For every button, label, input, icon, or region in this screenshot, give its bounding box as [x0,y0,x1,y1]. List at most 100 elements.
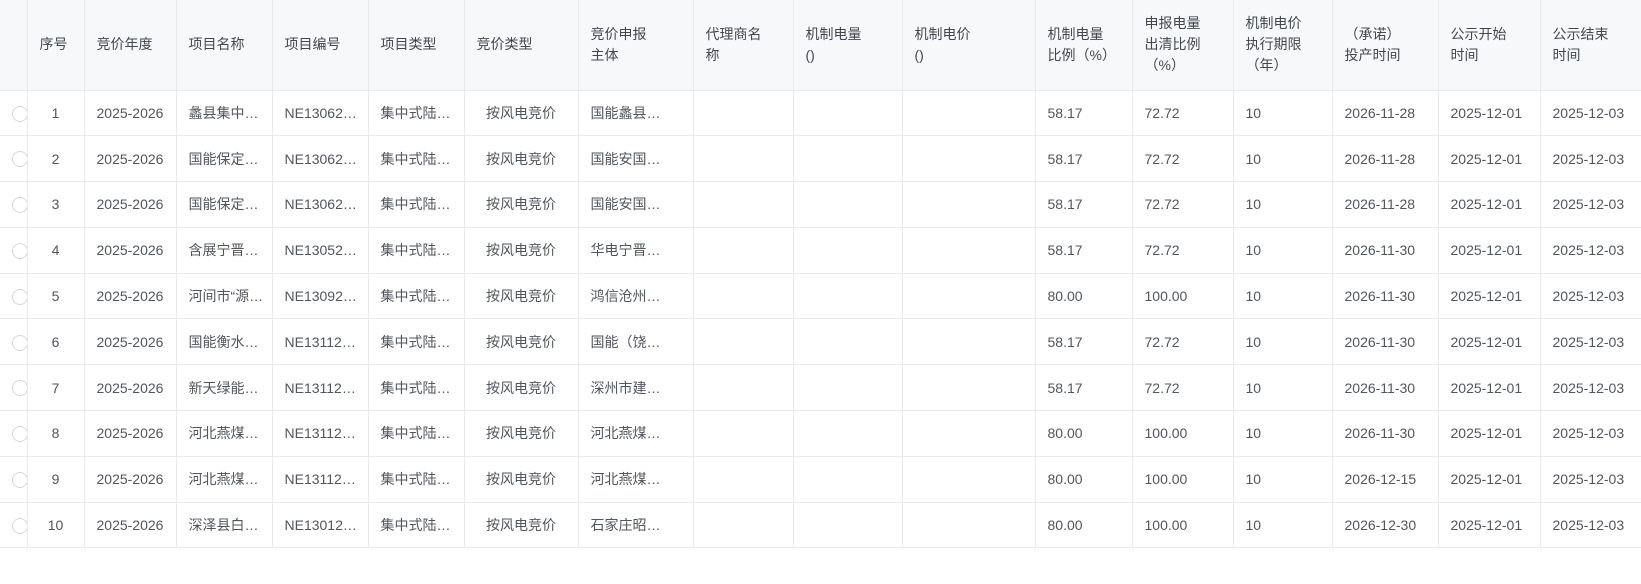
cell-agent_name [693,456,794,503]
cell-price_term_years: 10 [1233,273,1333,320]
row-radio-button[interactable] [12,105,26,122]
cell-promised_production_date: 2026-11-28 [1332,135,1439,183]
row-radio-button[interactable] [12,334,26,351]
row-radio-button[interactable] [12,242,26,259]
cell-price_term_years: 10 [1233,135,1333,183]
cell-project_code: NE13112… [272,364,369,412]
cell-mechanism_qty [793,273,903,320]
row-select-cell [0,410,28,457]
row-select-cell [0,135,28,183]
cell-bidding_year: 2025-2026 [84,364,177,412]
row-radio-button[interactable] [12,380,26,397]
cell-publicity_end: 2025-12-03 [1540,456,1641,503]
cell-declared_clear_ratio: 72.72 [1132,90,1234,137]
column-header-bidding_type: 竞价类型 [464,0,579,91]
table-row: 9 2025-2026 河北燕煤… NE13112… 集中式陆… 按风电竞价 河北燕煤… 80… [0,456,1641,503]
cell-publicity_start: 2025-12-01 [1438,456,1541,503]
cell-index: 3 [27,181,85,228]
cell-bidding_year: 2025-2026 [84,90,177,137]
cell-index: 7 [27,364,85,412]
cell-publicity_end: 2025-12-03 [1540,318,1641,366]
column-header-publicity_start: 公示开始 时间 [1438,0,1541,91]
cell-bidding_type: 按风电竞价 [464,90,579,137]
cell-index: 5 [27,273,85,320]
cell-publicity_start: 2025-12-01 [1438,273,1541,320]
cell-index: 8 [27,410,85,457]
cell-mechanism_qty_ratio: 58.17 [1035,90,1133,137]
cell-bidding_type: 按风电竞价 [464,135,579,183]
row-radio-button[interactable] [12,517,26,534]
cell-publicity_start: 2025-12-01 [1438,502,1541,549]
cell-bidding_subject: 国能蠡县… [578,90,694,137]
row-radio-button[interactable] [12,426,26,443]
column-header-index: 序号 [27,0,85,91]
cell-price_term_years: 10 [1233,227,1333,274]
cell-declared_clear_ratio: 100.00 [1132,456,1234,503]
cell-project_code: NE13112… [272,410,369,457]
cell-project_type: 集中式陆… [368,456,465,503]
cell-bidding_subject: 深州市建… [578,364,694,412]
row-radio-button[interactable] [12,151,26,168]
cell-project_code: NE13112… [272,318,369,366]
cell-project_name: 国能保定… [176,135,273,183]
cell-promised_production_date: 2026-11-30 [1332,273,1439,320]
cell-project_code: NE13062… [272,90,369,137]
cell-mechanism_qty [793,135,903,183]
cell-index: 4 [27,227,85,274]
row-radio-button[interactable] [12,197,26,214]
table-row: 3 2025-2026 国能保定… NE13062… 集中式陆… 按风电竞价 国能安国… 58… [0,181,1641,228]
cell-publicity_start: 2025-12-01 [1438,181,1541,228]
cell-declared_clear_ratio: 100.00 [1132,502,1234,549]
cell-bidding_year: 2025-2026 [84,502,177,549]
cell-mechanism_qty_ratio: 58.17 [1035,318,1133,366]
cell-bidding_type: 按风电竞价 [464,456,579,503]
cell-project_name: 河北燕煤… [176,410,273,457]
cell-publicity_end: 2025-12-03 [1540,135,1641,183]
cell-mechanism_qty [793,502,903,549]
cell-mechanism_qty [793,227,903,274]
row-radio-button[interactable] [12,471,26,488]
table-row: 1 2025-2026 蠡县集中… NE13062… 集中式陆… 按风电竞价 国能蠡县… 58… [0,90,1641,137]
cell-mechanism_price [902,456,1036,503]
cell-bidding_subject: 国能安国… [578,181,694,228]
cell-project_type: 集中式陆… [368,410,465,457]
cell-bidding_type: 按风电竞价 [464,364,579,412]
column-header-project_code: 项目编号 [272,0,369,91]
cell-mechanism_qty_ratio: 58.17 [1035,227,1133,274]
cell-mechanism_qty [793,318,903,366]
cell-price_term_years: 10 [1233,181,1333,228]
cell-mechanism_qty_ratio: 80.00 [1035,502,1133,549]
cell-project_code: NE13112… [272,456,369,503]
cell-mechanism_qty_ratio: 58.17 [1035,135,1133,183]
auction-projects-table: 序号 竞价年度 项目名称 项目编号 项目类型 竞价类型 竞价申报 主体 代理商名 称机制电量 … [0,0,1641,549]
cell-promised_production_date: 2026-12-30 [1332,502,1439,549]
cell-promised_production_date: 2026-11-28 [1332,181,1439,228]
row-select-cell [0,456,28,503]
cell-project_name: 深泽县白… [176,502,273,549]
cell-agent_name [693,410,794,457]
cell-publicity_start: 2025-12-01 [1438,90,1541,137]
table-row: 7 2025-2026 新天绿能… NE13112… 集中式陆… 按风电竞价 深州市建… 58… [0,364,1641,412]
table-body: 1 2025-2026 蠡县集中… NE13062… 集中式陆… 按风电竞价 国能蠡县… 58… [0,90,1641,549]
cell-mechanism_qty [793,456,903,503]
cell-mechanism_qty [793,410,903,457]
cell-agent_name [693,181,794,228]
row-radio-button[interactable] [12,288,26,305]
cell-index: 1 [27,90,85,137]
cell-bidding_subject: 鸿信沧州… [578,273,694,320]
cell-price_term_years: 10 [1233,364,1333,412]
column-header-promised_production_date: （承诺） 投产时间 [1332,0,1439,91]
cell-project_name: 含展宁晋… [176,227,273,274]
row-select-cell [0,318,28,366]
cell-bidding_subject: 石家庄昭… [578,502,694,549]
cell-publicity_start: 2025-12-01 [1438,318,1541,366]
table-header: 序号 竞价年度 项目名称 项目编号 项目类型 竞价类型 竞价申报 主体 代理商名 称机制电量 … [0,0,1641,91]
cell-agent_name [693,502,794,549]
column-header-declared_clear_ratio: 申报电量 出清比例 （%） [1132,0,1234,91]
cell-bidding_subject: 国能安国… [578,135,694,183]
cell-index: 9 [27,456,85,503]
cell-promised_production_date: 2026-11-30 [1332,410,1439,457]
cell-price_term_years: 10 [1233,502,1333,549]
cell-bidding_year: 2025-2026 [84,135,177,183]
cell-bidding_year: 2025-2026 [84,181,177,228]
